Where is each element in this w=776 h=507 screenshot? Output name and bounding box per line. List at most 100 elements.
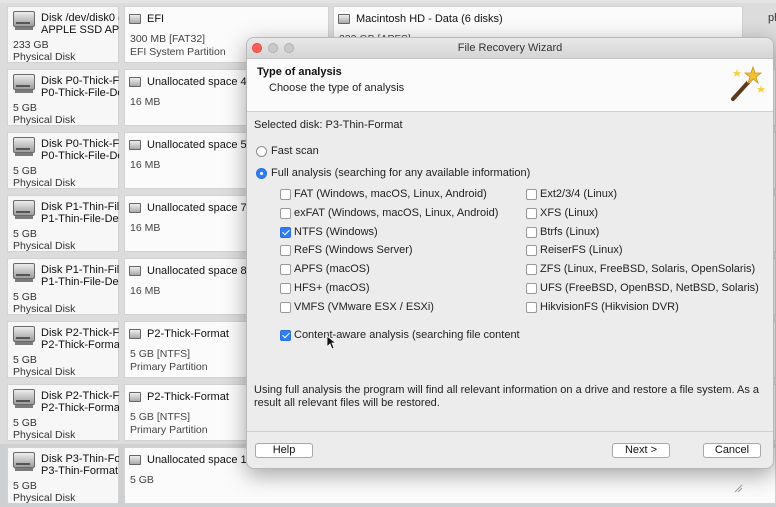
partition-icon: [129, 266, 141, 276]
filesystem-label[interactable]: NTFS (Windows): [294, 226, 378, 238]
resize-grip-icon[interactable]: [734, 484, 743, 493]
disk-type: Physical Disk: [13, 303, 76, 315]
disk-name: Disk P1-Thin-File- P1-Thin-File-Dele: [41, 264, 119, 288]
partition-icon: [129, 77, 141, 87]
disk-size: 5 GB: [13, 291, 37, 303]
filesystem-label[interactable]: APFS (macOS): [294, 263, 370, 275]
dialog-titlebar: File Recovery Wizard: [247, 38, 773, 59]
hard-disk-icon: [13, 326, 35, 346]
disk-cell[interactable]: Disk P1-Thin-File- P1-Thin-File-Dele 5 GB…: [7, 195, 119, 252]
magic-wand-icon: [731, 65, 765, 101]
partition-size: 16 MB: [130, 285, 161, 297]
partition-name: Unallocated space 7: [147, 202, 247, 214]
filesystem-label[interactable]: Btrfs (Linux): [540, 226, 599, 238]
filesystem-checkbox[interactable]: [280, 226, 291, 238]
partition-type: EFI System Partition: [130, 46, 226, 58]
hard-disk-icon: [13, 263, 35, 283]
filesystem-checkbox[interactable]: [526, 207, 537, 219]
partition-size: 5 GB [NTFS]: [130, 348, 191, 360]
right-panel-fragment: ph: [768, 12, 776, 24]
partition-size: 16 MB: [130, 159, 161, 171]
partition-name: Unallocated space 5: [147, 139, 247, 151]
step-subtitle: Choose the type of analysis: [269, 82, 405, 94]
partition-icon: [129, 140, 141, 150]
filesystem-label[interactable]: UFS (FreeBSD, OpenBSD, NetBSD, Solaris): [540, 282, 759, 294]
filesystem-label[interactable]: ReFS (Windows Server): [294, 244, 413, 256]
hard-disk-icon: [13, 74, 35, 94]
disk-size: 233 GB: [13, 39, 49, 51]
filesystem-label[interactable]: VMFS (VMware ESX / ESXi): [294, 301, 434, 313]
filesystem-label[interactable]: HikvisionFS (Hikvision DVR): [540, 301, 679, 313]
disk-cell[interactable]: Disk P3-Thin-Forn P3-Thin-Format 5 GBPhys…: [7, 447, 119, 504]
disk-cell[interactable]: Disk /dev/disk0 (G APPLE SSD AP02 233 GBP…: [7, 6, 119, 63]
filesystem-checkbox[interactable]: [280, 189, 291, 200]
disk-type: Physical Disk: [13, 366, 76, 378]
partition-icon: [129, 14, 141, 24]
partition-name: Unallocated space 11: [147, 454, 252, 466]
disk-name: Disk P2-Thick-For P2-Thick-Format: [41, 327, 119, 351]
help-button[interactable]: Help: [255, 443, 313, 458]
selected-disk-label: Selected disk: P3-Thin-Format: [254, 119, 403, 131]
partition-name: Macintosh HD - Data (6 disks): [356, 13, 503, 25]
partition-name: P2-Thick-Format: [147, 328, 229, 340]
disk-name: Disk /dev/disk0 (G APPLE SSD AP02: [41, 12, 119, 36]
fast-scan-radio[interactable]: [256, 146, 267, 157]
disk-cell[interactable]: Disk P2-Thick-For P2-Thick-Format 5 GBPhy…: [7, 384, 119, 441]
disk-cell[interactable]: Disk P0-Thick-File P0-Thick-File-Del 5 GB…: [7, 132, 119, 189]
filesystem-checkbox[interactable]: [280, 264, 291, 276]
disk-size: 5 GB: [13, 165, 37, 177]
file-recovery-wizard-dialog: File Recovery Wizard Type of analysis Ch…: [246, 37, 774, 469]
content-aware-checkbox[interactable]: [280, 330, 291, 341]
disk-size: 5 GB: [13, 102, 37, 114]
disk-cell[interactable]: Disk P2-Thick-For P2-Thick-Format 5 GBPhy…: [7, 321, 119, 378]
filesystem-checkbox[interactable]: [280, 245, 291, 257]
hard-disk-icon: [13, 137, 35, 157]
next-button[interactable]: Next >: [612, 443, 670, 458]
partition-size: 5 GB: [130, 474, 154, 486]
partition-type: Primary Partition: [130, 361, 208, 373]
filesystem-label[interactable]: Ext2/3/4 (Linux): [540, 188, 617, 200]
filesystem-checkbox[interactable]: [526, 301, 537, 313]
disk-name: Disk P0-Thick-File P0-Thick-File-Del: [41, 138, 119, 162]
disk-size: 5 GB: [13, 480, 37, 492]
disk-cell[interactable]: Disk P0-Thick-File P0-Thick-File-Del 5 GB…: [7, 69, 119, 126]
fast-scan-label[interactable]: Fast scan: [271, 145, 319, 157]
partition-size: 5 GB [NTFS]: [130, 411, 191, 423]
disk-size: 5 GB: [13, 417, 37, 429]
disk-name: Disk P1-Thin-File- P1-Thin-File-Dele: [41, 201, 119, 225]
wizard-header: Type of analysis Choose the type of anal…: [247, 59, 773, 112]
filesystem-checkbox[interactable]: [280, 207, 291, 219]
filesystem-checkbox[interactable]: [526, 283, 537, 294]
filesystem-label[interactable]: FAT (Windows, macOS, Linux, Android): [294, 188, 487, 200]
hard-disk-icon: [13, 452, 35, 472]
hard-disk-icon: [13, 389, 35, 409]
hard-disk-icon: [13, 11, 35, 31]
filesystem-label[interactable]: ZFS (Linux, FreeBSD, Solaris, OpenSolari…: [540, 263, 755, 275]
full-analysis-radio[interactable]: [256, 168, 267, 179]
partition-icon: [129, 392, 141, 402]
filesystem-checkbox[interactable]: [280, 283, 291, 294]
filesystem-label[interactable]: XFS (Linux): [540, 207, 598, 219]
partition-size: 300 MB [FAT32]: [130, 33, 206, 45]
filesystem-checkbox[interactable]: [526, 226, 537, 238]
full-analysis-label[interactable]: Full analysis (searching for any availab…: [271, 167, 530, 179]
partition-icon: [338, 14, 350, 24]
partition-icon: [129, 203, 141, 213]
partition-icon: [129, 329, 141, 339]
filesystem-label[interactable]: HFS+ (macOS): [294, 282, 369, 294]
filesystem-checkbox[interactable]: [526, 264, 537, 276]
partition-icon: [129, 455, 141, 465]
filesystem-checkbox[interactable]: [280, 301, 291, 313]
filesystem-label[interactable]: ReiserFS (Linux): [540, 244, 623, 256]
partition-name: Unallocated space 4: [147, 76, 247, 88]
cancel-button[interactable]: Cancel: [703, 443, 761, 458]
filesystem-label[interactable]: exFAT (Windows, macOS, Linux, Android): [294, 207, 498, 219]
disk-type: Physical Disk: [13, 51, 76, 63]
partition-name: P2-Thick-Format: [147, 391, 229, 403]
partition-size: 16 MB: [130, 96, 161, 108]
filesystem-checkbox[interactable]: [526, 245, 537, 257]
disk-name: Disk P0-Thick-File P0-Thick-File-Del: [41, 75, 119, 99]
partition-type: Primary Partition: [130, 424, 208, 436]
disk-cell[interactable]: Disk P1-Thin-File- P1-Thin-File-Dele 5 GB…: [7, 258, 119, 315]
filesystem-checkbox[interactable]: [526, 189, 537, 200]
